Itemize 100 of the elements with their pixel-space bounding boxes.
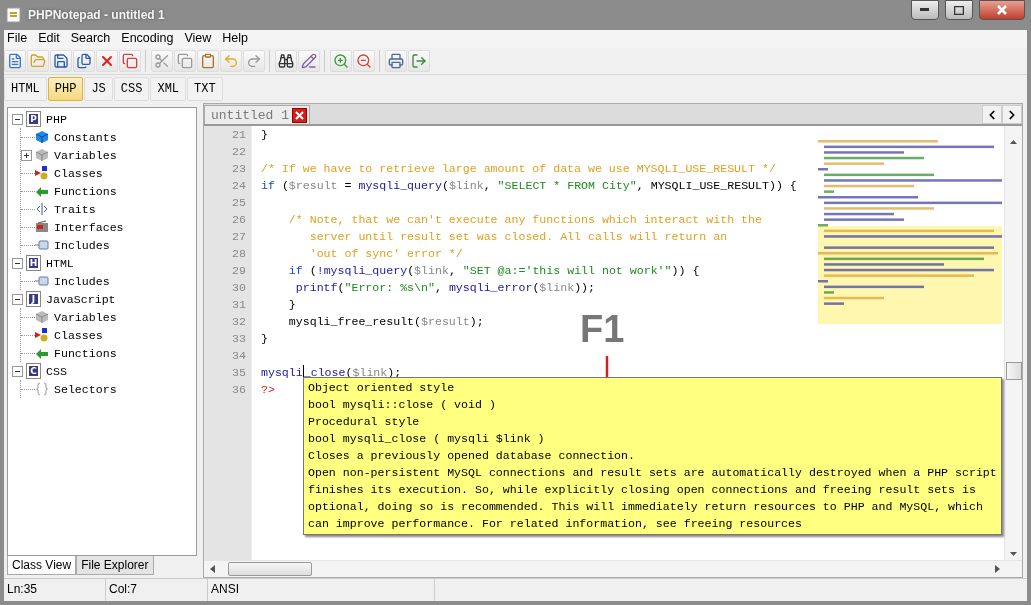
editor-tab[interactable]: untitled 1 bbox=[204, 105, 310, 124]
toolbar-button[interactable] bbox=[73, 50, 95, 72]
tree-item[interactable]: CSS bbox=[46, 364, 67, 378]
file-letter-icon: C bbox=[26, 363, 41, 379]
horizontal-scrollbar[interactable] bbox=[204, 560, 1022, 577]
language-tab[interactable]: JS bbox=[84, 77, 113, 101]
menu-item[interactable]: View bbox=[184, 31, 212, 48]
code-line: mysqli_free_result($result); bbox=[287, 314, 484, 330]
minimize-button[interactable] bbox=[911, 0, 939, 20]
cube-icon bbox=[35, 310, 49, 324]
tree-item[interactable]: PHP bbox=[46, 112, 67, 126]
tree-item[interactable]: JavaScript bbox=[46, 292, 116, 306]
panel-tab[interactable]: Class View bbox=[7, 556, 77, 575]
minimize-icon bbox=[920, 8, 930, 12]
tooltip-line: can improve performance. For related information, see freeing resources bbox=[308, 516, 803, 532]
menu-item[interactable]: Edit bbox=[38, 31, 60, 48]
language-tab[interactable]: PHP bbox=[47, 77, 84, 101]
language-tab[interactable]: HTML bbox=[4, 77, 47, 101]
undo-icon bbox=[223, 53, 239, 69]
menu-item[interactable]: Encoding bbox=[121, 31, 174, 48]
plug-icon bbox=[35, 238, 49, 252]
expand-icon[interactable] bbox=[21, 149, 32, 161]
files-icon bbox=[76, 53, 92, 69]
right-arrow-icon bbox=[992, 564, 1002, 574]
scroll-left-button[interactable] bbox=[982, 105, 1002, 124]
left-arrow-icon bbox=[208, 564, 218, 574]
collapse-icon[interactable] bbox=[12, 257, 23, 269]
notepad-icon bbox=[6, 7, 22, 23]
menu-item[interactable]: File bbox=[7, 31, 28, 48]
tree-item[interactable]: Includes bbox=[54, 274, 110, 288]
line-number: 31 bbox=[231, 297, 247, 313]
code-line: } bbox=[261, 127, 268, 143]
collapse-icon[interactable] bbox=[12, 365, 23, 377]
box-icon bbox=[35, 220, 49, 234]
zoom-out-icon bbox=[356, 53, 372, 69]
printer-icon bbox=[388, 53, 404, 69]
vertical-scrollbar[interactable] bbox=[1004, 126, 1022, 560]
menu-item[interactable]: Search bbox=[70, 31, 111, 48]
language-tab[interactable]: CSS bbox=[113, 77, 150, 101]
file-letter-icon: P bbox=[26, 111, 41, 127]
window-title: PHPNotepad - untitled 1 bbox=[28, 8, 166, 22]
status-text: Ln:35 bbox=[4, 579, 106, 601]
close-button[interactable] bbox=[979, 0, 1025, 20]
file-letter-icon: H bbox=[26, 255, 41, 271]
cube-icon bbox=[35, 148, 49, 162]
tree-item[interactable]: Variables bbox=[54, 148, 117, 162]
scrollbar-thumb[interactable] bbox=[1005, 362, 1022, 380]
copy-icon bbox=[177, 53, 193, 69]
tooltip-line: Open non-persistent MySQL connections and result sets are automatically destroyed when a PHP script bbox=[308, 465, 998, 481]
code-line: /* Note, that we can't execute any functions which interact with the bbox=[287, 212, 762, 228]
code-line: } bbox=[287, 297, 296, 313]
toolbar-button[interactable] bbox=[275, 50, 297, 72]
tree-item[interactable]: HTML bbox=[46, 256, 74, 270]
close-icon bbox=[99, 53, 115, 69]
folder-icon bbox=[30, 53, 46, 69]
language-tab[interactable]: TXT bbox=[187, 77, 223, 101]
code-line: /* If we have to retrieve large amount of data we use MYSQLI_USE_RESULT */ bbox=[261, 161, 776, 177]
split-arrows-icon bbox=[35, 202, 49, 216]
close-icon[interactable] bbox=[292, 107, 307, 123]
tooltip-line: optional, doing so is recommended. This will immediately return resources to PHP and MySQL, which bbox=[308, 499, 984, 515]
tree-item[interactable]: Traits bbox=[54, 202, 96, 216]
close-icon bbox=[997, 5, 1007, 15]
binoculars-icon bbox=[278, 53, 294, 69]
language-tab[interactable]: XML bbox=[150, 77, 187, 101]
tooltip-line: Object oriented style bbox=[308, 380, 456, 396]
panel-tab[interactable]: File Explorer bbox=[76, 556, 154, 575]
line-number: 33 bbox=[231, 331, 247, 347]
collapse-icon[interactable] bbox=[12, 113, 23, 125]
line-number: 34 bbox=[231, 348, 247, 364]
plug-icon bbox=[35, 274, 49, 288]
status-text: ANSI bbox=[208, 579, 435, 601]
tree-item[interactable]: Variables bbox=[54, 310, 117, 324]
tree-item[interactable]: Includes bbox=[54, 238, 110, 252]
pencil-icon bbox=[301, 53, 317, 69]
tooltip-line: bool mysqli::close ( void ) bbox=[308, 397, 497, 413]
tree-item[interactable]: Classes bbox=[54, 328, 103, 342]
scissors-icon bbox=[154, 53, 170, 69]
line-number: 28 bbox=[231, 246, 247, 262]
tree-item[interactable]: Selectors bbox=[54, 382, 117, 396]
shapes-icon bbox=[35, 328, 49, 342]
maximize-button[interactable] bbox=[945, 0, 973, 20]
zoom-in-icon bbox=[333, 53, 349, 69]
code-line: 'out of sync' error */ bbox=[308, 246, 463, 262]
code-line: if (!mysqli_query($link, "SET @a:='this will not work'")) { bbox=[287, 263, 700, 279]
tree-item[interactable]: Interfaces bbox=[54, 220, 124, 234]
tree-item[interactable]: Functions bbox=[54, 184, 117, 198]
line-number: 35 bbox=[231, 365, 247, 381]
shapes-icon bbox=[35, 166, 49, 180]
scroll-right-button[interactable] bbox=[1002, 105, 1022, 124]
cube-icon bbox=[35, 130, 49, 144]
line-number: 23 bbox=[231, 161, 247, 177]
toolbar-button[interactable] bbox=[50, 50, 72, 72]
scrollbar-thumb[interactable] bbox=[228, 562, 312, 576]
tooltip-line: Procedural style bbox=[308, 414, 421, 430]
tree-item[interactable]: Functions bbox=[54, 346, 117, 360]
collapse-icon[interactable] bbox=[12, 293, 23, 305]
tree-item[interactable]: Classes bbox=[54, 166, 103, 180]
tree-item[interactable]: Constants bbox=[54, 130, 117, 144]
toolbar-button[interactable] bbox=[385, 50, 407, 72]
menu-item[interactable]: Help bbox=[222, 31, 249, 48]
